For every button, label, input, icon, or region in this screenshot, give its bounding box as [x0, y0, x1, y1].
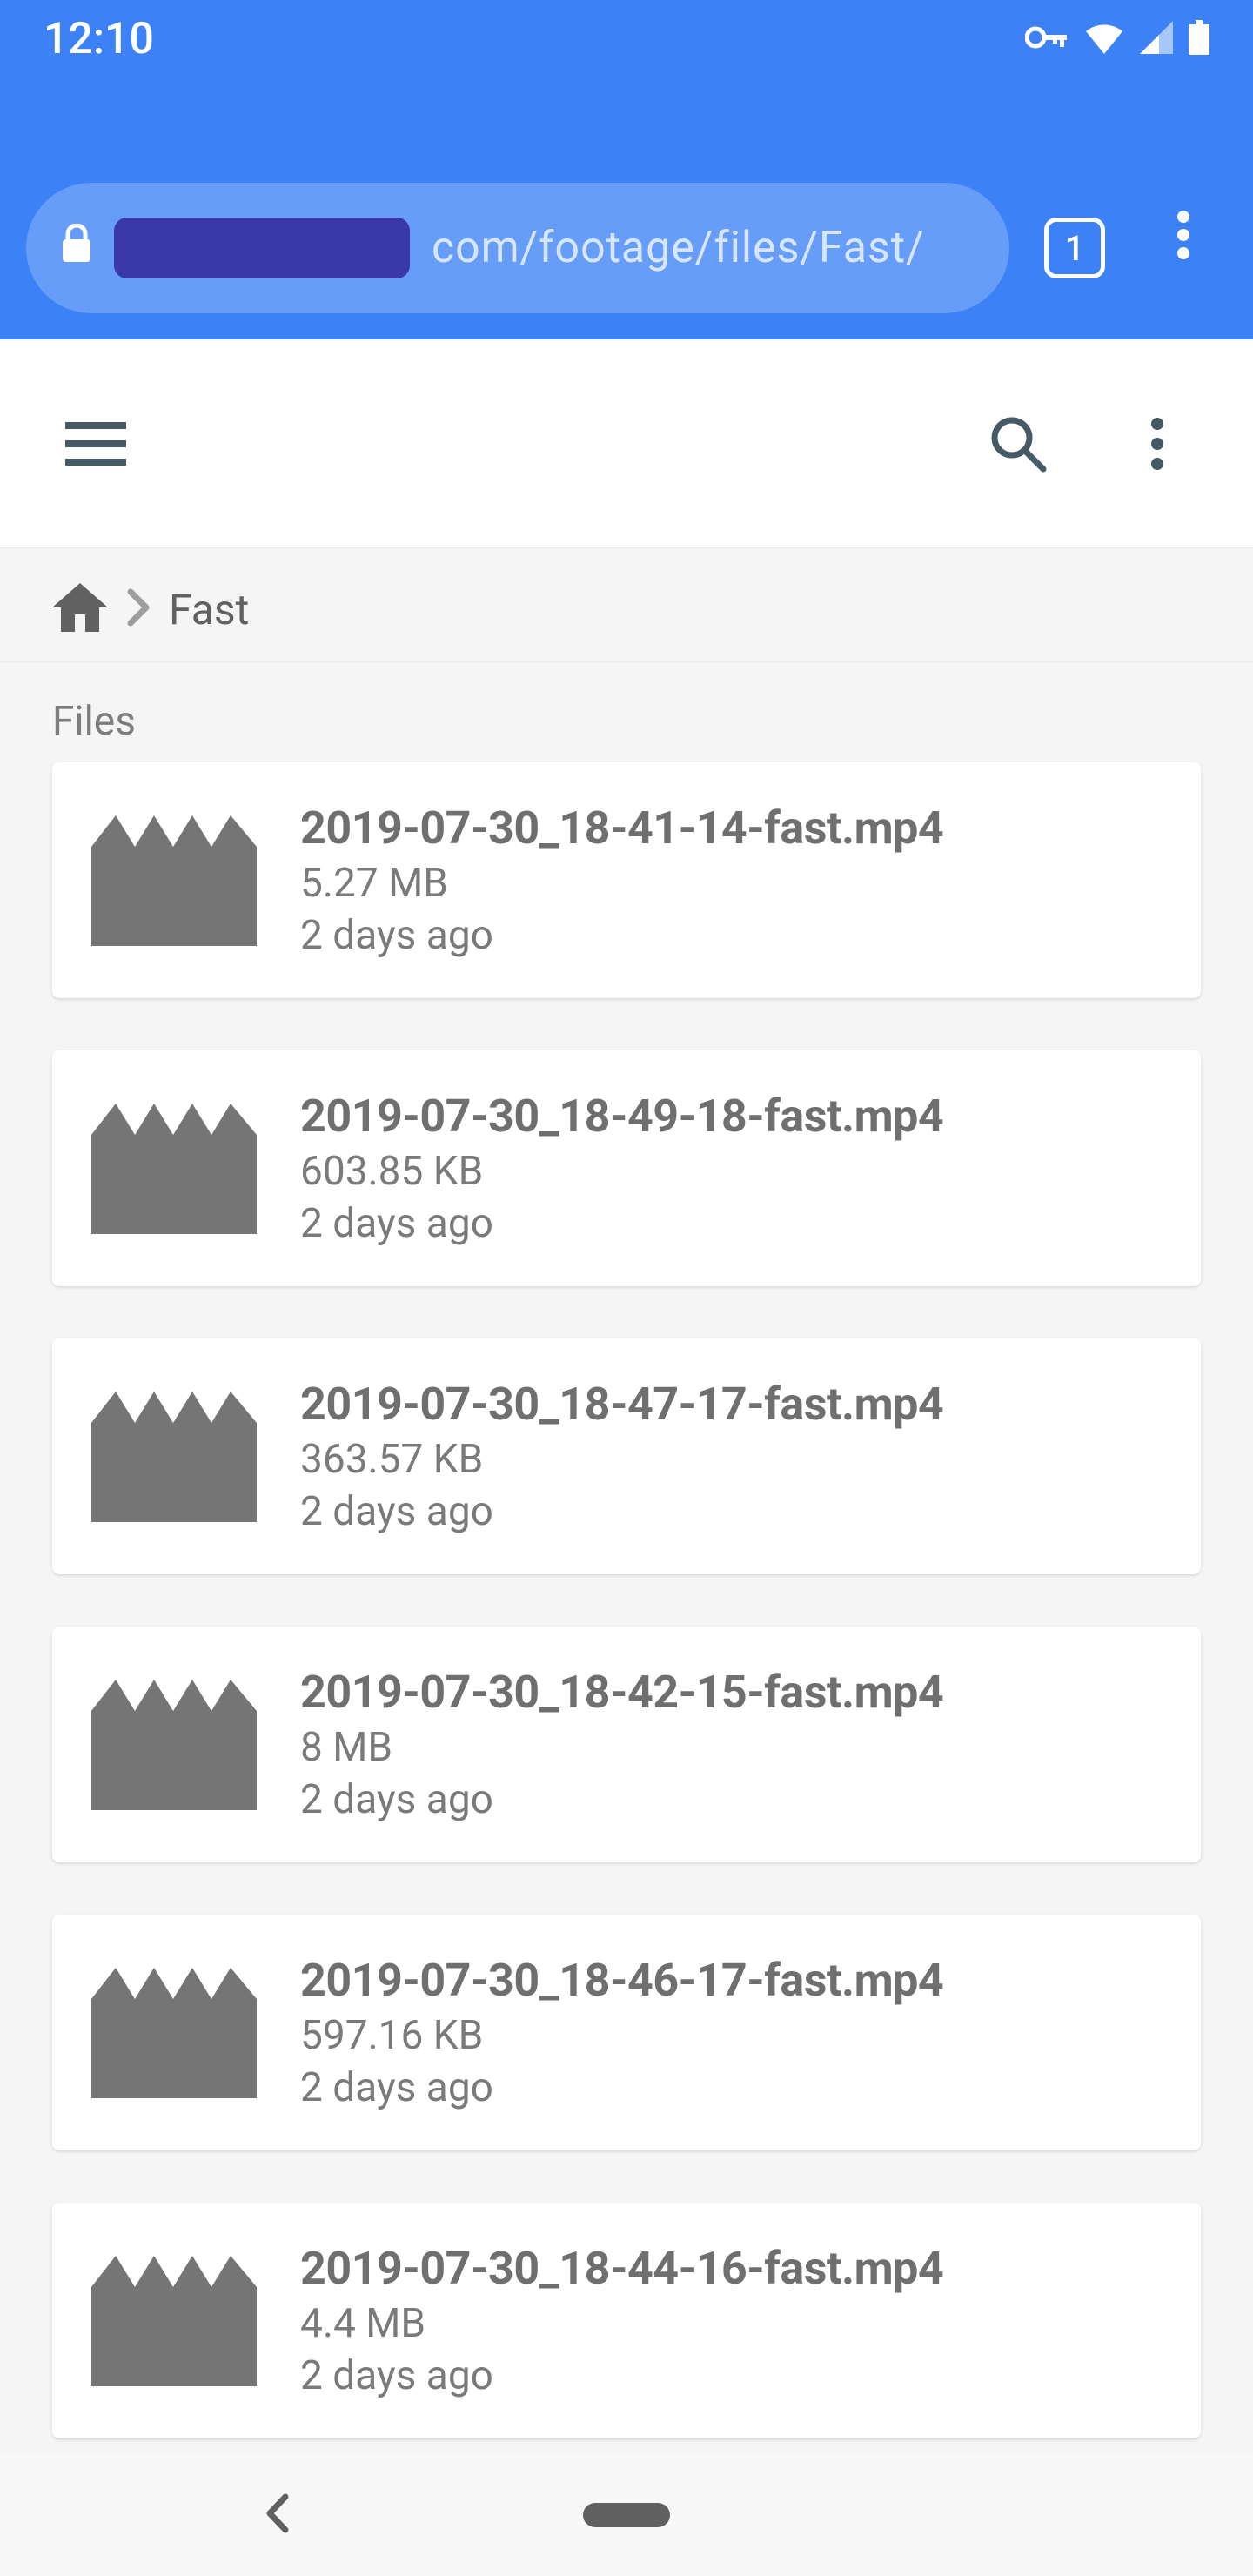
file-age: 2 days ago: [300, 1488, 943, 1535]
file-age: 2 days ago: [300, 2064, 943, 2111]
tab-switcher-button[interactable]: 1: [1044, 218, 1105, 278]
cell-signal-icon: [1140, 21, 1173, 57]
hamburger-menu-button[interactable]: [52, 400, 139, 487]
file-list: 2019-07-30_18-41-14-fast.mp4 5.27 MB 2 day…: [0, 762, 1253, 2576]
home-icon[interactable]: [52, 583, 108, 635]
file-card[interactable]: 2019-07-30_18-42-15-fast.mp4 8 MB 2 days a…: [52, 1627, 1201, 1862]
file-info: 2019-07-30_18-47-17-fast.mp4 363.57 KB 2 d…: [300, 1378, 943, 1535]
app-menu-button[interactable]: [1114, 400, 1201, 487]
browser-toolbar: com/footage/files/Fast/ 1: [0, 78, 1253, 339]
status-time: 12:10: [44, 14, 154, 64]
file-info: 2019-07-30_18-42-15-fast.mp4 8 MB 2 days a…: [300, 1666, 943, 1823]
status-icons: [1025, 20, 1209, 58]
battery-icon: [1189, 20, 1209, 58]
vpn-key-icon: [1025, 24, 1069, 54]
lock-icon: [61, 223, 92, 273]
file-info: 2019-07-30_18-46-17-fast.mp4 597.16 KB 2 d…: [300, 1954, 943, 2111]
home-gesture-pill[interactable]: [583, 2503, 670, 2527]
browser-menu-button[interactable]: [1140, 191, 1227, 278]
file-card[interactable]: 2019-07-30_18-49-18-fast.mp4 603.85 KB 2 d…: [52, 1050, 1201, 1286]
search-button[interactable]: [975, 400, 1062, 487]
movie-icon: [91, 1968, 257, 2098]
file-name: 2019-07-30_18-44-16-fast.mp4: [300, 2242, 943, 2295]
file-size: 5.27 MB: [300, 860, 943, 907]
breadcrumb-current[interactable]: Fast: [169, 585, 249, 634]
file-age: 2 days ago: [300, 1776, 943, 1823]
file-info: 2019-07-30_18-44-16-fast.mp4 4.4 MB 2 days…: [300, 2242, 943, 2399]
file-name: 2019-07-30_18-46-17-fast.mp4: [300, 1954, 943, 2007]
file-size: 597.16 KB: [300, 2012, 943, 2059]
file-info: 2019-07-30_18-41-14-fast.mp4 5.27 MB 2 day…: [300, 802, 943, 959]
android-status-bar: 12:10: [0, 0, 1253, 78]
file-size: 4.4 MB: [300, 2300, 943, 2347]
movie-icon: [91, 1104, 257, 1234]
file-name: 2019-07-30_18-42-15-fast.mp4: [300, 1666, 943, 1719]
file-card[interactable]: 2019-07-30_18-46-17-fast.mp4 597.16 KB 2 d…: [52, 1915, 1201, 2150]
file-size: 8 MB: [300, 1724, 943, 1771]
file-name: 2019-07-30_18-41-14-fast.mp4: [300, 802, 943, 855]
file-name: 2019-07-30_18-49-18-fast.mp4: [300, 1090, 943, 1143]
file-age: 2 days ago: [300, 912, 943, 959]
movie-icon: [91, 1392, 257, 1522]
breadcrumb: Fast: [0, 548, 1253, 663]
files-section-label: Files: [0, 663, 1253, 762]
movie-icon: [91, 2256, 257, 2386]
chevron-right-icon: [125, 588, 151, 630]
file-card[interactable]: 2019-07-30_18-47-17-fast.mp4 363.57 KB 2 d…: [52, 1338, 1201, 1574]
file-name: 2019-07-30_18-47-17-fast.mp4: [300, 1378, 943, 1431]
app-bar: [0, 339, 1253, 548]
movie-icon: [91, 1680, 257, 1810]
file-size: 603.85 KB: [300, 1148, 943, 1195]
android-nav-bar: [0, 2454, 1253, 2576]
file-card[interactable]: 2019-07-30_18-44-16-fast.mp4 4.4 MB 2 days…: [52, 2203, 1201, 2438]
address-bar[interactable]: com/footage/files/Fast/: [26, 183, 1009, 313]
url-path: com/footage/files/Fast/: [432, 223, 925, 273]
back-button[interactable]: [261, 2492, 292, 2539]
redacted-domain: [114, 218, 410, 278]
wifi-icon: [1084, 21, 1124, 57]
file-age: 2 days ago: [300, 1200, 943, 1247]
movie-icon: [91, 815, 257, 946]
file-card[interactable]: 2019-07-30_18-41-14-fast.mp4 5.27 MB 2 day…: [52, 762, 1201, 998]
file-size: 363.57 KB: [300, 1436, 943, 1483]
file-info: 2019-07-30_18-49-18-fast.mp4 603.85 KB 2 d…: [300, 1090, 943, 1247]
file-age: 2 days ago: [300, 2352, 943, 2399]
